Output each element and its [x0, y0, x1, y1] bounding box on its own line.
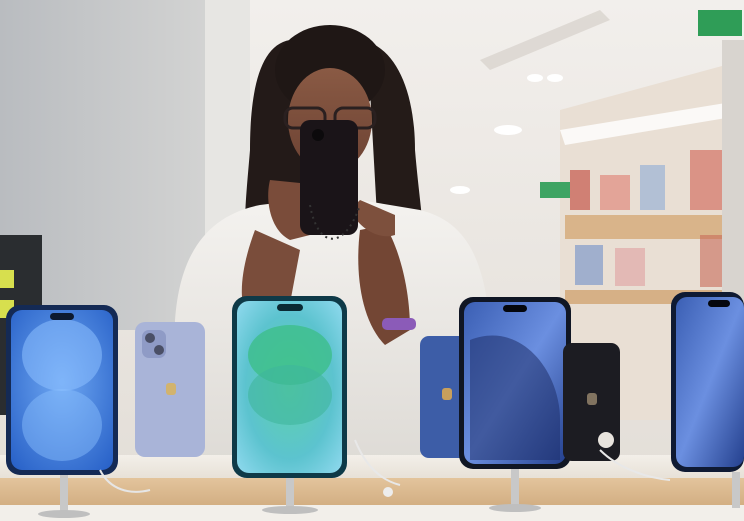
stand-base	[262, 506, 318, 514]
phone-stand	[732, 472, 740, 508]
screen-graphic	[22, 319, 102, 391]
dynamic-island	[708, 300, 730, 307]
photo-frame	[0, 0, 744, 521]
phone-display-2	[135, 322, 205, 457]
phone-stand	[511, 469, 519, 507]
apple-logo	[166, 383, 176, 395]
apple-logo	[587, 393, 597, 405]
dynamic-island	[50, 313, 74, 320]
camera-bump	[142, 330, 166, 358]
shelf-item	[640, 165, 665, 210]
security-tag	[598, 432, 614, 448]
screen-graphic	[22, 389, 102, 461]
shelf-item	[690, 150, 725, 210]
ceiling-light	[494, 125, 522, 135]
dynamic-island	[503, 305, 527, 312]
shelf-item	[575, 245, 603, 285]
camera-lens	[312, 129, 324, 141]
held-phone	[300, 120, 358, 235]
ceiling-light	[527, 74, 543, 82]
counter-edge	[0, 505, 744, 521]
dynamic-island	[277, 304, 303, 311]
phone-stand	[60, 475, 68, 513]
exit-sign	[698, 10, 742, 36]
shelf-item	[570, 170, 590, 210]
stand-base	[489, 504, 541, 512]
bracelet	[382, 318, 416, 330]
store-photo	[0, 0, 744, 521]
stand-base	[38, 510, 90, 518]
camera-lens	[154, 345, 164, 355]
phone-screen	[676, 297, 744, 467]
cable-clip	[383, 487, 393, 497]
shelf-item	[600, 175, 630, 210]
apple-logo	[442, 388, 452, 400]
shelf-item	[615, 248, 645, 286]
ceiling-light	[450, 186, 470, 194]
side-display-accent	[0, 270, 14, 288]
screen-graphic	[248, 365, 332, 425]
phone-stand	[286, 478, 294, 508]
exit-sign	[540, 182, 570, 198]
camera-lens	[145, 333, 155, 343]
phone-display-6	[563, 343, 620, 461]
ceiling-light	[547, 74, 563, 82]
